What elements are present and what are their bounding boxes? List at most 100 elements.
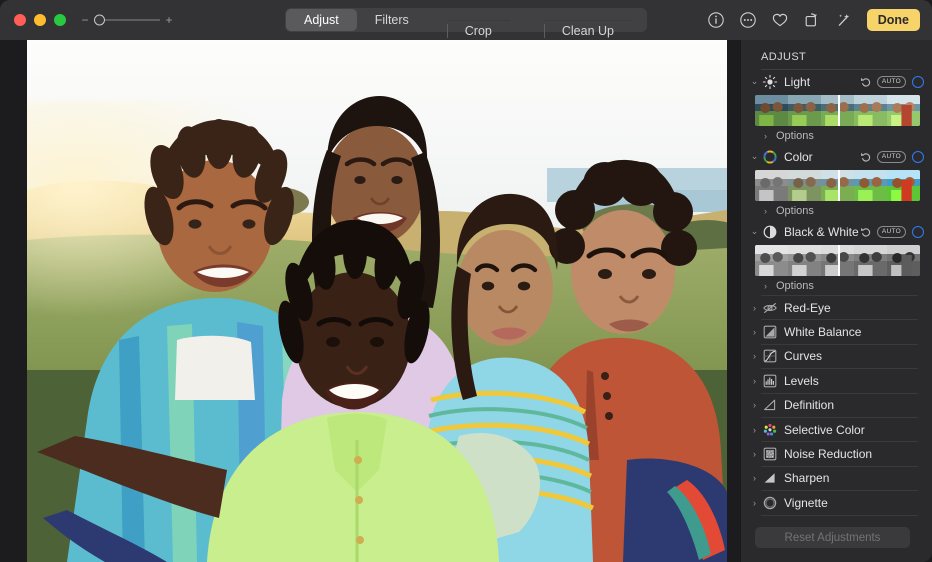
chevron-right-icon[interactable]: › [749,498,760,508]
item-label-curves: Curves [784,349,822,363]
tab-adjust[interactable]: Adjust [286,9,357,31]
black-and-white-filmstrip[interactable] [755,245,920,276]
chevron-right-icon[interactable]: › [760,206,771,216]
light-filmstrip[interactable] [755,95,920,126]
levels-icon [762,373,778,389]
color-position-marker[interactable] [838,170,840,201]
photo-illustration [27,40,727,562]
item-label-selective-color: Selective Color [784,423,865,437]
bw-options-label: Options [776,280,814,292]
definition-icon [762,397,778,413]
item-levels[interactable]: › Levels [741,369,932,392]
zoom-out-icon[interactable]: − [80,14,90,26]
zoom-slider-track[interactable] [94,14,160,26]
group-label-color: Color [784,150,813,164]
chevron-right-icon[interactable]: › [749,327,760,337]
item-label-vignette: Vignette [784,496,828,510]
sidebar-title: ADJUST [741,40,932,69]
sharpen-icon [762,470,778,486]
photos-edit-window: − + Adjust Filters Crop Clean Up [0,0,932,562]
minimize-button[interactable] [34,14,46,26]
item-label-noise-reduction: Noise Reduction [784,447,872,461]
toolbar: − + Adjust Filters Crop Clean Up [0,0,932,40]
more-options-icon[interactable] [739,11,757,29]
photo-canvas[interactable] [0,40,740,562]
item-label-white-balance: White Balance [784,325,861,339]
black-and-white-options[interactable]: › Options [741,276,932,295]
chevron-right-icon[interactable]: › [760,281,771,291]
zoom-slider-knob[interactable] [94,15,105,26]
photo-image[interactable] [27,40,727,562]
item-red-eye[interactable]: › Red-Eye [741,296,932,319]
chevron-right-icon[interactable]: › [749,473,760,483]
done-button[interactable]: Done [867,9,920,31]
tab-crop[interactable]: Crop [447,20,510,21]
chevron-down-icon[interactable]: ⌄ [749,76,760,87]
auto-enhance-wand-icon[interactable] [835,11,853,29]
tab-clean-up[interactable]: Clean Up [544,20,632,21]
white-balance-icon [762,324,778,340]
auto-button-color[interactable]: AUTO [877,151,906,163]
chevron-right-icon[interactable]: › [749,376,760,386]
info-icon[interactable] [707,11,725,29]
auto-button-black-and-white[interactable]: AUTO [877,226,906,238]
light-options[interactable]: › Options [741,126,932,145]
group-label-light: Light [784,75,810,89]
item-vignette[interactable]: › Vignette [741,491,932,514]
close-button[interactable] [14,14,26,26]
item-sharpen[interactable]: › Sharpen [741,467,932,490]
brightness-sun-icon [762,74,778,90]
chevron-right-icon[interactable]: › [749,303,760,313]
edit-mode-tabs: Adjust Filters Crop Clean Up [285,8,647,32]
zoom-slider[interactable]: − + [80,14,174,26]
item-definition[interactable]: › Definition [741,394,932,417]
chevron-right-icon[interactable]: › [749,425,760,435]
chevron-right-icon[interactable]: › [749,400,760,410]
item-label-sharpen: Sharpen [784,471,829,485]
reset-arrow-icon[interactable] [860,226,872,238]
adjust-sidebar: ADJUST ⌄ Light AUTO [740,40,932,562]
group-color[interactable]: ⌄ Color AUTO [741,145,932,168]
window-controls [14,14,66,26]
light-position-marker[interactable] [838,95,840,126]
group-black-and-white[interactable]: ⌄ Black & White AUTO [741,220,932,243]
item-label-definition: Definition [784,398,834,412]
auto-button-light[interactable]: AUTO [877,76,906,88]
chevron-right-icon[interactable]: › [749,351,760,361]
reset-arrow-icon[interactable] [860,76,872,88]
red-eye-icon [762,300,778,316]
maximize-button[interactable] [54,14,66,26]
item-curves[interactable]: › Curves [741,345,932,368]
toggle-black-and-white[interactable] [912,226,924,238]
chevron-right-icon[interactable]: › [749,449,760,459]
item-selective-color[interactable]: › Selective Color [741,418,932,441]
chevron-down-icon[interactable]: ⌄ [749,226,760,237]
reset-arrow-icon[interactable] [860,151,872,163]
item-label-levels: Levels [784,374,819,388]
item-label-red-eye: Red-Eye [784,301,831,315]
chevron-right-icon[interactable]: › [760,131,771,141]
zoom-in-icon[interactable]: + [164,14,174,26]
toggle-light[interactable] [912,76,924,88]
item-white-balance[interactable]: › White Balance [741,320,932,343]
black-and-white-position-marker[interactable] [838,245,840,276]
tab-filters[interactable]: Filters [357,9,427,31]
divider [761,515,918,516]
color-options[interactable]: › Options [741,201,932,220]
selective-color-icon [762,422,778,438]
color-filmstrip[interactable] [755,170,920,201]
noise-reduction-icon [762,446,778,462]
black-white-circle-icon [762,224,778,240]
vignette-icon [762,495,778,511]
color-options-label: Options [776,205,814,217]
item-noise-reduction[interactable]: › Noise Reduction [741,442,932,465]
color-wheel-icon [762,149,778,165]
favorite-heart-icon[interactable] [771,11,789,29]
curves-icon [762,348,778,364]
group-light[interactable]: ⌄ Light AUTO [741,70,932,93]
reset-adjustments-button[interactable]: Reset Adjustments [755,527,910,548]
toggle-color[interactable] [912,151,924,163]
rotate-icon[interactable] [803,11,821,29]
toolbar-actions: Done [707,9,920,31]
chevron-down-icon[interactable]: ⌄ [749,151,760,162]
